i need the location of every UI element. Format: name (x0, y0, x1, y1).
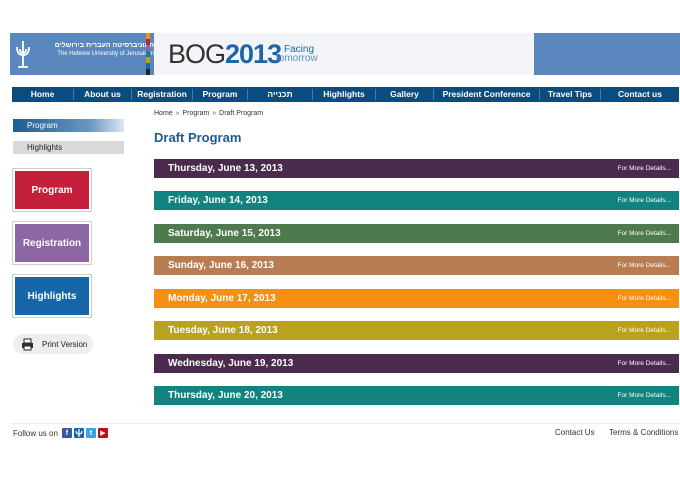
day-label: Saturday, June 15, 2013 (168, 228, 281, 239)
twitter-icon[interactable]: t (85, 428, 96, 438)
day-label: Monday, June 17, 2013 (168, 293, 276, 304)
day-label: Friday, June 14, 2013 (168, 195, 268, 206)
breadcrumb-current: Draft Program (219, 110, 264, 117)
more-details-link[interactable]: For More Details... (618, 360, 671, 367)
main-nav: Home About us Registration Program תכניי… (12, 87, 679, 102)
more-details-link[interactable]: For More Details... (618, 392, 671, 399)
university-name-hebrew: האוניברסיטה העברית בירושלים (54, 42, 154, 49)
huji-icon[interactable] (73, 428, 84, 438)
color-stripe (146, 33, 150, 75)
more-details-link[interactable]: For More Details... (618, 262, 671, 269)
follow-us-label: Follow us on (13, 428, 58, 438)
tagline: Facing tomorrow (276, 45, 318, 64)
program-button[interactable]: Program (12, 168, 92, 212)
bog-prefix: BOG (168, 39, 226, 69)
more-details-link[interactable]: For More Details... (618, 197, 671, 204)
nav-item-program[interactable]: Program (193, 89, 248, 100)
contact-us-link[interactable]: Contact Us (555, 428, 595, 437)
more-details-link[interactable]: For More Details... (618, 327, 671, 334)
university-name-english: The Hebrew University of Jerusalem (57, 51, 154, 57)
nav-item-contact-us[interactable]: Contact us (601, 89, 679, 100)
highlights-button[interactable]: Highlights (12, 274, 92, 318)
day-bar[interactable]: Wednesday, June 19, 2013 For More Detail… (154, 354, 679, 373)
print-version-button[interactable]: Print Version (13, 334, 93, 354)
breadcrumb-separator: » (212, 110, 217, 117)
header-banner: האוניברסיטה העברית בירושלים The Hebrew U… (10, 33, 680, 75)
university-name: האוניברסיטה העברית בירושלים The Hebrew U… (34, 42, 154, 58)
bog-year: 2013 (225, 39, 282, 69)
follow-us: Follow us on f t ▶ (13, 428, 110, 438)
youtube-icon[interactable]: ▶ (97, 428, 108, 438)
nav-item-travel-tips[interactable]: Travel Tips (540, 89, 601, 100)
breadcrumb-home[interactable]: Home (154, 110, 173, 117)
day-label: Thursday, June 20, 2013 (168, 390, 283, 401)
more-details-link[interactable]: For More Details... (618, 295, 671, 302)
day-bar[interactable]: Tuesday, June 18, 2013 For More Details.… (154, 321, 679, 340)
breadcrumb: Home » Program » Draft Program (154, 110, 263, 117)
breadcrumb-separator: » (175, 110, 180, 117)
day-label: Tuesday, June 18, 2013 (168, 325, 278, 336)
day-bar[interactable]: Saturday, June 15, 2013 For More Details… (154, 224, 679, 243)
day-label: Thursday, June 13, 2013 (168, 163, 283, 174)
sidebar-tab-highlights[interactable]: Highlights (13, 141, 124, 154)
breadcrumb-program[interactable]: Program (183, 110, 210, 117)
day-bar[interactable]: Thursday, June 20, 2013 For More Details… (154, 386, 679, 405)
sidebar-tab-program[interactable]: Program (13, 119, 124, 132)
menorah-icon (16, 41, 30, 68)
day-bar[interactable]: Sunday, June 16, 2013 For More Details..… (154, 256, 679, 275)
bog-logo: BOG2013 Facing tomorrow (154, 33, 534, 75)
menorah-icon (75, 429, 83, 437)
huji-logo[interactable] (14, 38, 32, 70)
day-label: Sunday, June 16, 2013 (168, 260, 274, 271)
day-bar[interactable]: Thursday, June 13, 2013 For More Details… (154, 159, 679, 178)
footer-divider (10, 423, 680, 424)
day-label: Wednesday, June 19, 2013 (168, 358, 294, 369)
nav-item-highlights[interactable]: Highlights (313, 89, 376, 100)
more-details-link[interactable]: For More Details... (618, 165, 671, 172)
nav-item-home[interactable]: Home (12, 89, 74, 100)
nav-item-about-us[interactable]: About us (74, 89, 132, 100)
day-bar[interactable]: Monday, June 17, 2013 For More Details..… (154, 289, 679, 308)
registration-button[interactable]: Registration (12, 221, 92, 265)
facebook-icon[interactable]: f (61, 428, 72, 438)
day-bar[interactable]: Friday, June 14, 2013 For More Details..… (154, 191, 679, 210)
tagline-tomorrow: tomorrow (276, 53, 318, 64)
more-details-link[interactable]: For More Details... (618, 230, 671, 237)
print-version-label: Print Version (42, 339, 88, 349)
nav-item-program-hebrew[interactable]: תכנייה (248, 89, 313, 100)
nav-item-president-conference[interactable]: President Conference (434, 89, 540, 100)
terms-conditions-link[interactable]: Terms & Conditions (609, 428, 678, 437)
printer-icon (22, 338, 33, 350)
nav-item-gallery[interactable]: Gallery (376, 89, 434, 100)
nav-item-registration[interactable]: Registration (132, 89, 193, 100)
page-title: Draft Program (154, 130, 242, 145)
bog-title: BOG2013 (168, 39, 282, 70)
